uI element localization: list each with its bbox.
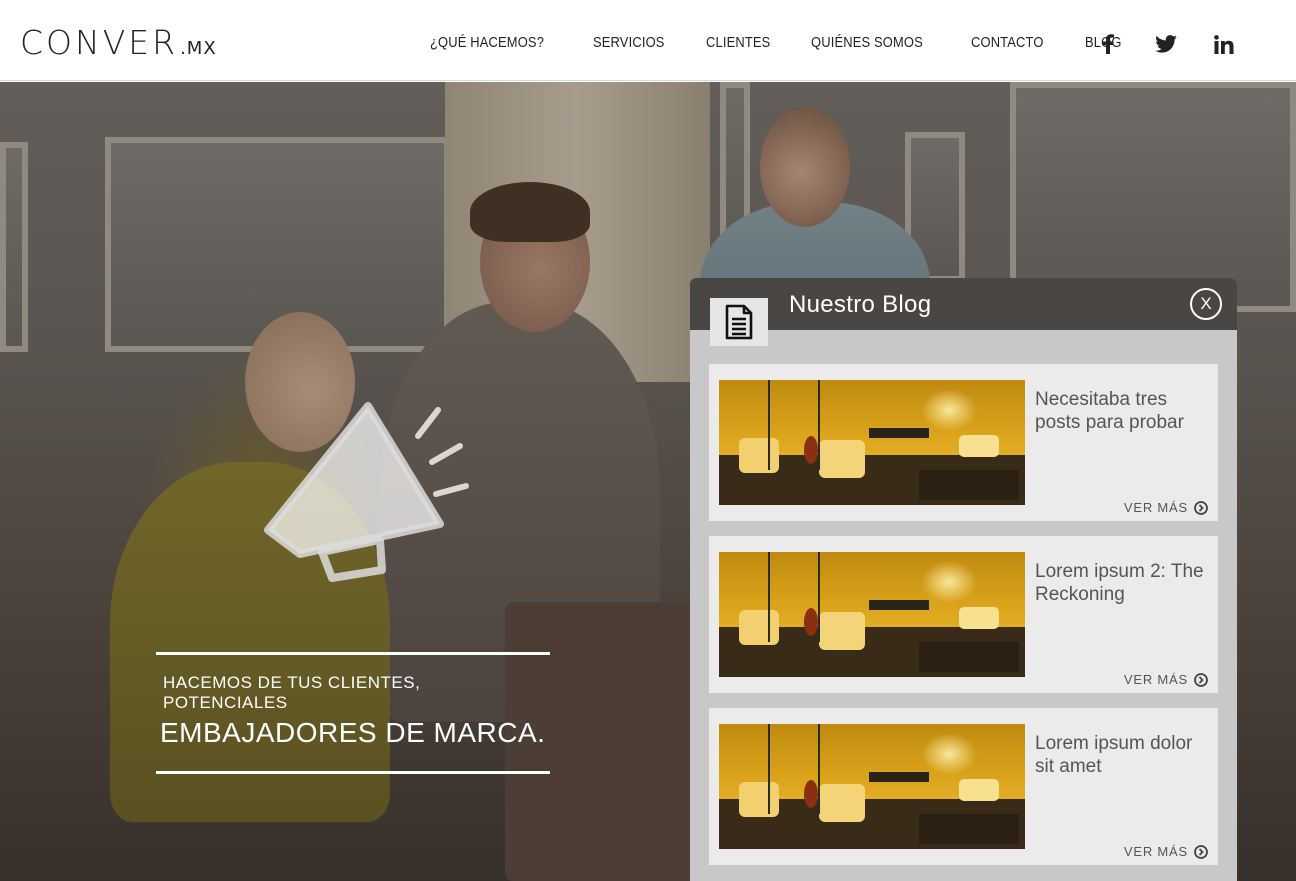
blog-post-title[interactable]: Lorem ipsum 2: The Reckoning xyxy=(1035,560,1215,606)
main-nav: ¿QUÉ HACEMOS? SERVICIOS CLIENTES QUIÉNES… xyxy=(430,34,1158,51)
nav-item-contacto[interactable]: CONTACTO xyxy=(971,34,1044,51)
nav-item-servicios[interactable]: SERVICIOS xyxy=(593,34,665,51)
blog-panel-title: Nuestro Blog xyxy=(789,291,932,318)
linkedin-icon[interactable] xyxy=(1211,32,1237,56)
nav-item-que-hacemos[interactable]: ¿QUÉ HACEMOS? xyxy=(430,34,544,51)
read-more-label: VER MÁS xyxy=(1123,500,1188,515)
blog-panel: Nuestro Blog X Necesitaba tres posts par… xyxy=(690,278,1237,881)
blog-post-image[interactable] xyxy=(719,552,1025,677)
tagline-headline: EMBAJADORES DE MARCA. xyxy=(160,717,546,748)
nav-item-clientes[interactable]: CLIENTES xyxy=(706,34,770,51)
blog-post-card[interactable]: Lorem ipsum 2: The Reckoning VER MÁS xyxy=(709,536,1218,693)
read-more-link[interactable]: VER MÁS xyxy=(1124,672,1208,687)
read-more-link[interactable]: VER MÁS xyxy=(1124,500,1208,515)
blog-post-image[interactable] xyxy=(719,380,1025,505)
blog-panel-header: Nuestro Blog X xyxy=(690,278,1237,330)
blog-post-title[interactable]: Necesitaba tres posts para probar xyxy=(1035,388,1215,434)
arrow-circle-icon xyxy=(1194,844,1208,859)
site-logo[interactable]: CONVER .MX xyxy=(20,26,217,59)
blog-post-title[interactable]: Lorem ipsum dolor sit amet xyxy=(1035,732,1215,778)
arrow-circle-icon xyxy=(1194,672,1208,687)
blog-post-card[interactable]: Necesitaba tres posts para probar VER MÁ… xyxy=(709,364,1218,521)
blog-post-card[interactable]: Lorem ipsum dolor sit amet VER MÁS xyxy=(709,708,1218,865)
close-button[interactable]: X xyxy=(1190,288,1222,320)
tagline-subtitle: HACEMOS DE TUS CLIENTES, POTENCIALES xyxy=(163,673,421,712)
nav-item-quienes-somos[interactable]: QUIÉNES SOMOS xyxy=(811,34,923,51)
facebook-icon[interactable] xyxy=(1095,32,1121,56)
document-icon xyxy=(710,298,768,346)
logo-wordmark: CONVER xyxy=(20,23,179,62)
hero-tagline: HACEMOS DE TUS CLIENTES, POTENCIALES EMB… xyxy=(156,652,550,774)
read-more-label: VER MÁS xyxy=(1123,672,1188,687)
blog-post-image[interactable] xyxy=(719,724,1025,849)
arrow-circle-icon xyxy=(1194,500,1208,515)
logo-tld: .MX xyxy=(180,38,217,59)
site-header: CONVER .MX ¿QUÉ HACEMOS? SERVICIOS CLIEN… xyxy=(0,0,1296,81)
read-more-label: VER MÁS xyxy=(1123,844,1188,859)
megaphone-icon xyxy=(264,402,469,582)
twitter-icon[interactable] xyxy=(1153,32,1179,56)
read-more-link[interactable]: VER MÁS xyxy=(1124,844,1208,859)
